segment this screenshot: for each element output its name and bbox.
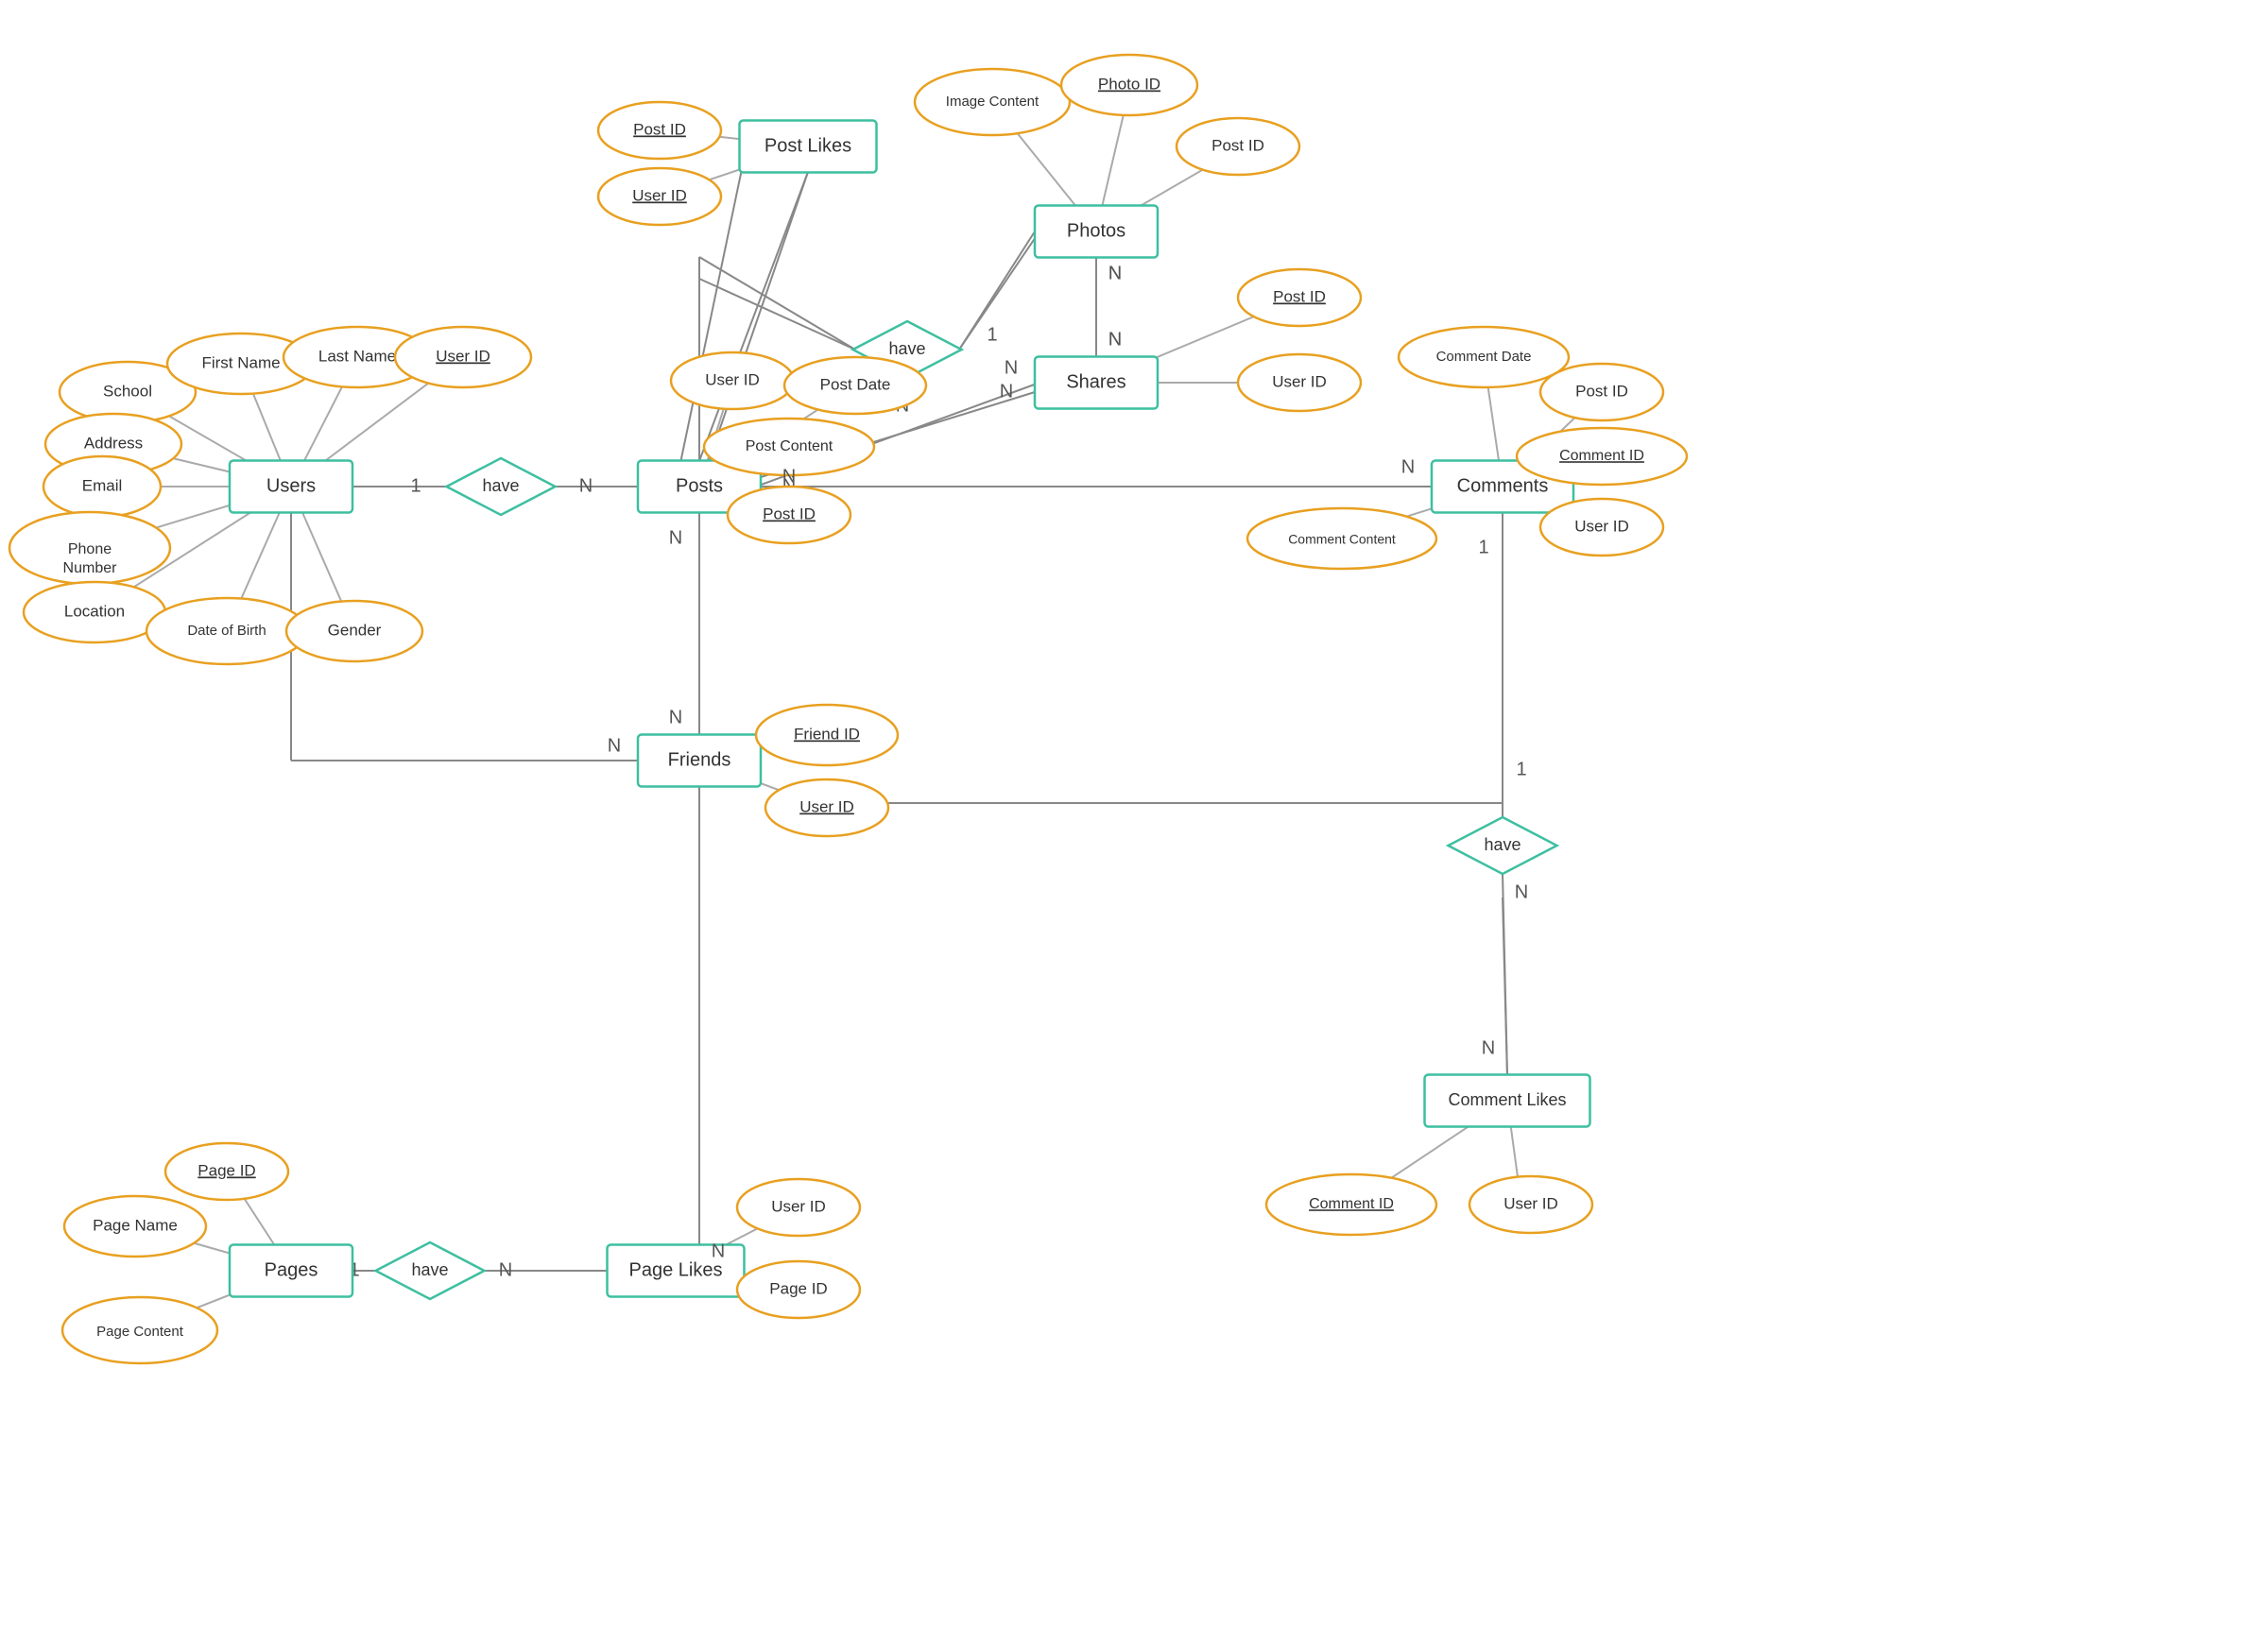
svg-text:Comments: Comments: [1457, 475, 1549, 496]
svg-text:N: N: [579, 475, 593, 496]
svg-text:N: N: [712, 1240, 725, 1261]
svg-text:Comment ID: Comment ID: [1559, 448, 1644, 464]
svg-text:Image Content: Image Content: [946, 94, 1040, 110]
svg-text:Post Likes: Post Likes: [765, 135, 851, 156]
svg-text:have: have: [888, 339, 925, 358]
svg-text:First Name: First Name: [201, 353, 280, 371]
svg-text:User ID: User ID: [1503, 1194, 1558, 1212]
svg-text:N: N: [1515, 881, 1528, 902]
svg-text:Post ID: Post ID: [1211, 136, 1264, 154]
svg-text:User ID: User ID: [1574, 517, 1629, 535]
svg-text:User ID: User ID: [705, 370, 760, 388]
svg-text:Comment Date: Comment Date: [1436, 349, 1532, 365]
svg-text:Post Content: Post Content: [746, 438, 833, 454]
svg-text:have: have: [411, 1260, 448, 1279]
svg-text:N: N: [669, 707, 682, 727]
svg-text:Page Content: Page Content: [96, 1324, 184, 1340]
svg-text:N: N: [1000, 381, 1013, 402]
svg-text:Friend ID: Friend ID: [794, 725, 860, 743]
svg-text:Address: Address: [84, 434, 143, 452]
svg-text:Page ID: Page ID: [769, 1279, 827, 1297]
svg-text:1: 1: [1478, 537, 1488, 557]
svg-text:Phone: Phone: [68, 541, 112, 557]
svg-text:1: 1: [987, 324, 997, 345]
erd-svg: 1N1NNNNNNNNNN1N1NNPost LikesPhotosShares…: [0, 0, 2268, 1625]
svg-text:Number: Number: [63, 560, 118, 576]
svg-text:Location: Location: [64, 602, 125, 620]
svg-text:N: N: [782, 466, 796, 487]
svg-text:N: N: [669, 527, 682, 548]
svg-text:N: N: [1108, 329, 1122, 350]
svg-text:Email: Email: [82, 476, 123, 494]
svg-text:Date of Birth: Date of Birth: [187, 623, 266, 639]
svg-text:Last Name: Last Name: [318, 347, 396, 365]
svg-text:Post Date: Post Date: [820, 375, 891, 393]
svg-text:Gender: Gender: [328, 621, 382, 639]
svg-text:Comment Content: Comment Content: [1288, 532, 1396, 547]
svg-text:Posts: Posts: [676, 475, 723, 496]
svg-text:User ID: User ID: [799, 797, 854, 815]
svg-text:Page Name: Page Name: [93, 1216, 178, 1234]
svg-text:N: N: [1108, 263, 1122, 283]
svg-text:N: N: [499, 1259, 512, 1280]
svg-text:have: have: [482, 476, 519, 495]
svg-text:N: N: [1482, 1037, 1495, 1058]
svg-text:User ID: User ID: [771, 1197, 826, 1215]
svg-text:Post ID: Post ID: [763, 505, 816, 522]
svg-text:Friends: Friends: [668, 749, 731, 770]
svg-text:Comment ID: Comment ID: [1309, 1196, 1394, 1212]
svg-text:Comment Likes: Comment Likes: [1448, 1090, 1566, 1109]
svg-text:User ID: User ID: [632, 186, 687, 204]
svg-text:Page ID: Page ID: [198, 1161, 255, 1179]
svg-text:have: have: [1484, 835, 1521, 854]
svg-text:School: School: [103, 382, 152, 400]
svg-text:Photos: Photos: [1067, 220, 1125, 241]
erd-diagram: 1N1NNNNNNNNNN1N1NNPost LikesPhotosShares…: [0, 0, 2268, 1625]
svg-text:Post ID: Post ID: [1273, 287, 1326, 305]
svg-text:User ID: User ID: [1272, 372, 1327, 390]
svg-text:Pages: Pages: [265, 1259, 318, 1280]
svg-text:Page Likes: Page Likes: [629, 1259, 723, 1280]
svg-text:Post ID: Post ID: [633, 120, 686, 138]
svg-text:Photo ID: Photo ID: [1098, 75, 1160, 93]
svg-text:Users: Users: [266, 475, 316, 496]
svg-text:1: 1: [410, 475, 421, 496]
svg-text:Shares: Shares: [1066, 371, 1125, 392]
svg-text:User ID: User ID: [436, 347, 490, 365]
svg-text:N: N: [1401, 456, 1415, 477]
svg-text:N: N: [1005, 357, 1018, 378]
svg-text:N: N: [608, 735, 621, 756]
svg-text:1: 1: [1516, 759, 1526, 779]
svg-text:Post ID: Post ID: [1575, 382, 1628, 400]
